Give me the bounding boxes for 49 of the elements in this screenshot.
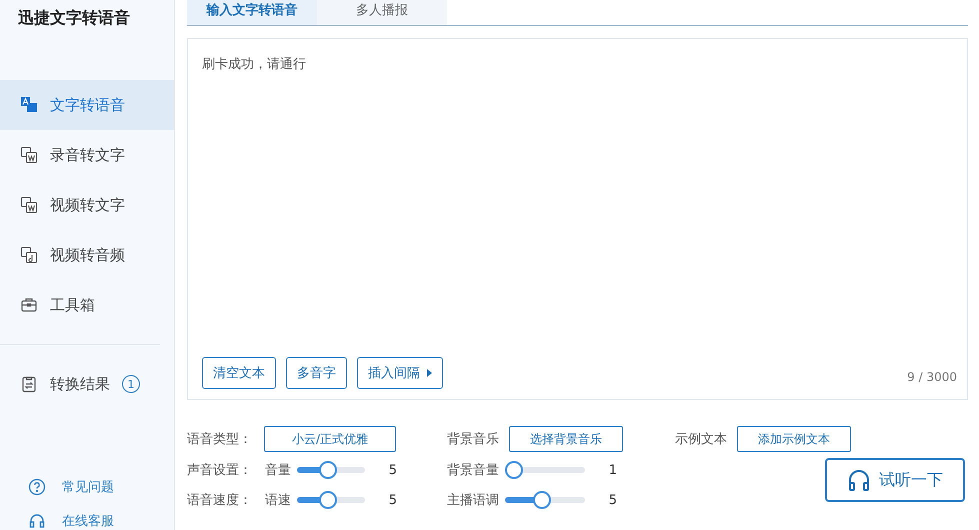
sidebar-item[interactable]: 文字转语音 bbox=[0, 80, 174, 130]
slider-thumb[interactable] bbox=[532, 491, 551, 509]
translate-icon bbox=[20, 96, 38, 114]
slider-thumb[interactable] bbox=[319, 461, 338, 479]
text-editor[interactable]: 刷卡成功，请通行 清空文本 多音字 插入间隔 9 / 3000 bbox=[187, 38, 968, 400]
slider-label: 音量 bbox=[265, 462, 291, 479]
setting-label: 示例文本 bbox=[675, 431, 727, 448]
tab[interactable]: 多人播报 bbox=[317, 0, 447, 25]
headset-icon bbox=[28, 512, 46, 530]
setting-label: 语音速度： bbox=[187, 492, 253, 509]
tab[interactable]: 输入文字转语音 bbox=[187, 0, 317, 25]
editor-button[interactable]: 清空文本 bbox=[202, 357, 276, 389]
sidebar-item[interactable]: 视频转音频 bbox=[0, 230, 174, 280]
setting-label: 背景音乐 bbox=[447, 431, 499, 448]
setting-button[interactable]: 添加示例文本 bbox=[737, 426, 851, 452]
music-note-icon bbox=[20, 246, 38, 264]
sidebar-item[interactable]: 录音转文字 bbox=[0, 130, 174, 180]
sidebar-item[interactable]: 视频转文字 bbox=[0, 180, 174, 230]
document-icon bbox=[20, 146, 38, 164]
sidebar-link[interactable]: 在线客服 bbox=[28, 512, 174, 530]
character-counter: 9 / 3000 bbox=[907, 370, 957, 384]
preview-button[interactable]: 试听一下 bbox=[825, 458, 965, 502]
setting-button[interactable]: 小云/正式优雅 bbox=[264, 426, 396, 452]
document-icon bbox=[20, 196, 38, 214]
clipboard-icon bbox=[20, 375, 38, 393]
editor-text: 刷卡成功，请通行 bbox=[202, 56, 307, 74]
headphones-icon bbox=[847, 468, 871, 492]
caret-icon bbox=[426, 369, 432, 377]
slider-label: 背景音量 bbox=[447, 462, 499, 479]
app-title: 迅捷文字转语音 bbox=[17, 7, 131, 29]
editor-button[interactable]: 多音字 bbox=[286, 357, 347, 389]
slider-value: 5 bbox=[388, 462, 397, 478]
slider-value: 5 bbox=[388, 492, 397, 508]
slider-thumb[interactable] bbox=[319, 491, 338, 509]
sidebar-link[interactable]: 常见问题 bbox=[28, 478, 174, 496]
slider-label: 主播语调 bbox=[447, 492, 499, 509]
setting-label: 声音设置： bbox=[187, 462, 253, 479]
slider-label: 语速 bbox=[265, 492, 291, 509]
slider-value: 5 bbox=[608, 492, 617, 508]
sidebar-item[interactable]: 工具箱 bbox=[0, 280, 174, 330]
count-badge: 1 bbox=[122, 375, 140, 393]
toolbox-icon bbox=[20, 296, 38, 314]
slider-value: 1 bbox=[608, 462, 617, 478]
setting-label: 语音类型： bbox=[187, 431, 252, 448]
help-icon bbox=[28, 478, 46, 496]
conversion-results-item[interactable]: 转换结果 1 bbox=[0, 359, 174, 409]
slider-thumb[interactable] bbox=[505, 461, 523, 479]
editor-button[interactable]: 插入间隔 bbox=[357, 357, 443, 389]
setting-button[interactable]: 选择背景音乐 bbox=[509, 426, 623, 452]
